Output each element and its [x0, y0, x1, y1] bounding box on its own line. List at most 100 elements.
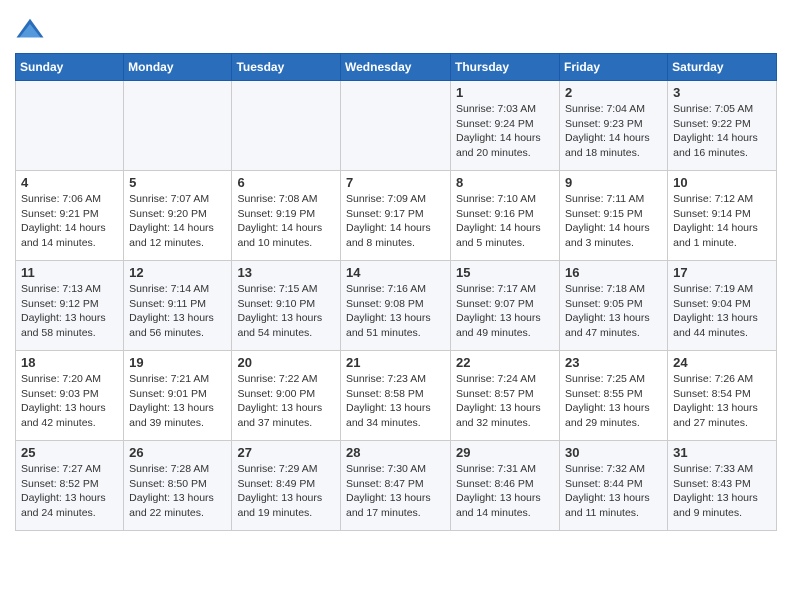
day-number: 24 — [673, 355, 771, 370]
header-day-monday: Monday — [124, 54, 232, 81]
calendar-day-26: 26Sunrise: 7:28 AM Sunset: 8:50 PM Dayli… — [124, 441, 232, 531]
calendar-day-19: 19 Sunrise: 7:21 AM Sunset: 9:01 PM Dayli… — [124, 351, 232, 441]
empty-day — [341, 81, 451, 171]
calendar-day-21: 21 Sunrise: 7:23 AM Sunset: 8:58 PM Dayli… — [341, 351, 451, 441]
day-number: 2 — [565, 85, 662, 100]
day-number: 13 — [237, 265, 335, 280]
day-number: 8 — [456, 175, 554, 190]
day-number: 11 — [21, 265, 118, 280]
day-number: 29 — [456, 445, 554, 460]
calendar-day-2: 2 Sunrise: 7:04 AM Sunset: 9:23 PM Daylig… — [560, 81, 668, 171]
page-header — [15, 10, 777, 45]
calendar-day-27: 27 Sunrise: 7:29 AM Sunset: 8:49 PM Dayli… — [232, 441, 341, 531]
calendar-week-1: 1 Sunrise: 7:03 AM Sunset: 9:24 PM Daylig… — [16, 81, 777, 171]
day-info: Sunrise: 7:30 AM Sunset: 8:47 PM Dayligh… — [346, 462, 445, 521]
empty-day — [232, 81, 341, 171]
calendar-table: SundayMondayTuesdayWednesdayThursdayFrid… — [15, 53, 777, 531]
calendar-week-2: 4Sunrise: 7:06 AM Sunset: 9:21 PM Daylig… — [16, 171, 777, 261]
header-day-sunday: Sunday — [16, 54, 124, 81]
calendar-day-14: 14 Sunrise: 7:16 AM Sunset: 9:08 PM Dayli… — [341, 261, 451, 351]
day-number: 17 — [673, 265, 771, 280]
calendar-day-6: 6Sunrise: 7:08 AM Sunset: 9:19 PM Daylig… — [232, 171, 341, 261]
day-number: 14 — [346, 265, 445, 280]
day-number: 21 — [346, 355, 445, 370]
day-info: Sunrise: 7:04 AM Sunset: 9:23 PM Dayligh… — [565, 102, 662, 161]
day-number: 22 — [456, 355, 554, 370]
header-day-friday: Friday — [560, 54, 668, 81]
day-info: Sunrise: 7:33 AM Sunset: 8:43 PM Dayligh… — [673, 462, 771, 521]
day-info: Sunrise: 7:10 AM Sunset: 9:16 PM Dayligh… — [456, 192, 554, 251]
day-number: 27 — [237, 445, 335, 460]
header-day-saturday: Saturday — [668, 54, 777, 81]
day-info: Sunrise: 7:29 AM Sunset: 8:49 PM Dayligh… — [237, 462, 335, 521]
day-info: Sunrise: 7:27 AM Sunset: 8:52 PM Dayligh… — [21, 462, 118, 521]
day-number: 19 — [129, 355, 226, 370]
header-row: SundayMondayTuesdayWednesdayThursdayFrid… — [16, 54, 777, 81]
day-info: Sunrise: 7:09 AM Sunset: 9:17 PM Dayligh… — [346, 192, 445, 251]
calendar-day-9: 9Sunrise: 7:11 AM Sunset: 9:15 PM Daylig… — [560, 171, 668, 261]
calendar-day-23: 23 Sunrise: 7:25 AM Sunset: 8:55 PM Dayli… — [560, 351, 668, 441]
day-info: Sunrise: 7:26 AM Sunset: 8:54 PM Dayligh… — [673, 372, 771, 431]
calendar-day-31: 31 Sunrise: 7:33 AM Sunset: 8:43 PM Dayli… — [668, 441, 777, 531]
day-info: Sunrise: 7:20 AM Sunset: 9:03 PM Dayligh… — [21, 372, 118, 431]
calendar-day-1: 1 Sunrise: 7:03 AM Sunset: 9:24 PM Daylig… — [451, 81, 560, 171]
day-info: Sunrise: 7:11 AM Sunset: 9:15 PM Dayligh… — [565, 192, 662, 251]
day-info: Sunrise: 7:32 AM Sunset: 8:44 PM Dayligh… — [565, 462, 662, 521]
day-info: Sunrise: 7:18 AM Sunset: 9:05 PM Dayligh… — [565, 282, 662, 341]
calendar-day-8: 8 Sunrise: 7:10 AM Sunset: 9:16 PM Daylig… — [451, 171, 560, 261]
calendar-day-25: 25 Sunrise: 7:27 AM Sunset: 8:52 PM Dayli… — [16, 441, 124, 531]
logo — [15, 15, 49, 45]
header-day-thursday: Thursday — [451, 54, 560, 81]
day-number: 16 — [565, 265, 662, 280]
day-number: 7 — [346, 175, 445, 190]
day-number: 23 — [565, 355, 662, 370]
calendar-day-16: 16 Sunrise: 7:18 AM Sunset: 9:05 PM Dayli… — [560, 261, 668, 351]
calendar-header: SundayMondayTuesdayWednesdayThursdayFrid… — [16, 54, 777, 81]
day-number: 31 — [673, 445, 771, 460]
day-number: 3 — [673, 85, 771, 100]
calendar-day-11: 11 Sunrise: 7:13 AM Sunset: 9:12 PM Dayli… — [16, 261, 124, 351]
calendar-day-28: 28Sunrise: 7:30 AM Sunset: 8:47 PM Dayli… — [341, 441, 451, 531]
day-info: Sunrise: 7:23 AM Sunset: 8:58 PM Dayligh… — [346, 372, 445, 431]
day-info: Sunrise: 7:13 AM Sunset: 9:12 PM Dayligh… — [21, 282, 118, 341]
calendar-day-30: 30 Sunrise: 7:32 AM Sunset: 8:44 PM Dayli… — [560, 441, 668, 531]
calendar-day-22: 22 Sunrise: 7:24 AM Sunset: 8:57 PM Dayli… — [451, 351, 560, 441]
day-number: 30 — [565, 445, 662, 460]
day-info: Sunrise: 7:15 AM Sunset: 9:10 PM Dayligh… — [237, 282, 335, 341]
calendar-day-29: 29 Sunrise: 7:31 AM Sunset: 8:46 PM Dayli… — [451, 441, 560, 531]
calendar-day-18: 18 Sunrise: 7:20 AM Sunset: 9:03 PM Dayli… — [16, 351, 124, 441]
day-number: 4 — [21, 175, 118, 190]
day-number: 1 — [456, 85, 554, 100]
day-info: Sunrise: 7:25 AM Sunset: 8:55 PM Dayligh… — [565, 372, 662, 431]
day-info: Sunrise: 7:17 AM Sunset: 9:07 PM Dayligh… — [456, 282, 554, 341]
header-day-tuesday: Tuesday — [232, 54, 341, 81]
day-number: 25 — [21, 445, 118, 460]
day-info: Sunrise: 7:16 AM Sunset: 9:08 PM Dayligh… — [346, 282, 445, 341]
day-number: 5 — [129, 175, 226, 190]
calendar-week-5: 25 Sunrise: 7:27 AM Sunset: 8:52 PM Dayli… — [16, 441, 777, 531]
day-info: Sunrise: 7:03 AM Sunset: 9:24 PM Dayligh… — [456, 102, 554, 161]
logo-icon — [15, 15, 45, 45]
day-number: 26 — [129, 445, 226, 460]
day-info: Sunrise: 7:24 AM Sunset: 8:57 PM Dayligh… — [456, 372, 554, 431]
empty-day — [124, 81, 232, 171]
calendar-body: 1 Sunrise: 7:03 AM Sunset: 9:24 PM Daylig… — [16, 81, 777, 531]
day-info: Sunrise: 7:07 AM Sunset: 9:20 PM Dayligh… — [129, 192, 226, 251]
day-number: 10 — [673, 175, 771, 190]
day-info: Sunrise: 7:05 AM Sunset: 9:22 PM Dayligh… — [673, 102, 771, 161]
day-info: Sunrise: 7:31 AM Sunset: 8:46 PM Dayligh… — [456, 462, 554, 521]
day-info: Sunrise: 7:12 AM Sunset: 9:14 PM Dayligh… — [673, 192, 771, 251]
header-day-wednesday: Wednesday — [341, 54, 451, 81]
calendar-week-4: 18 Sunrise: 7:20 AM Sunset: 9:03 PM Dayli… — [16, 351, 777, 441]
day-info: Sunrise: 7:22 AM Sunset: 9:00 PM Dayligh… — [237, 372, 335, 431]
day-number: 18 — [21, 355, 118, 370]
calendar-day-13: 13 Sunrise: 7:15 AM Sunset: 9:10 PM Dayli… — [232, 261, 341, 351]
day-number: 20 — [237, 355, 335, 370]
calendar-day-20: 20 Sunrise: 7:22 AM Sunset: 9:00 PM Dayli… — [232, 351, 341, 441]
calendar-day-5: 5 Sunrise: 7:07 AM Sunset: 9:20 PM Daylig… — [124, 171, 232, 261]
calendar-week-3: 11 Sunrise: 7:13 AM Sunset: 9:12 PM Dayli… — [16, 261, 777, 351]
calendar-day-4: 4Sunrise: 7:06 AM Sunset: 9:21 PM Daylig… — [16, 171, 124, 261]
day-info: Sunrise: 7:21 AM Sunset: 9:01 PM Dayligh… — [129, 372, 226, 431]
day-number: 12 — [129, 265, 226, 280]
calendar-day-12: 12Sunrise: 7:14 AM Sunset: 9:11 PM Dayli… — [124, 261, 232, 351]
